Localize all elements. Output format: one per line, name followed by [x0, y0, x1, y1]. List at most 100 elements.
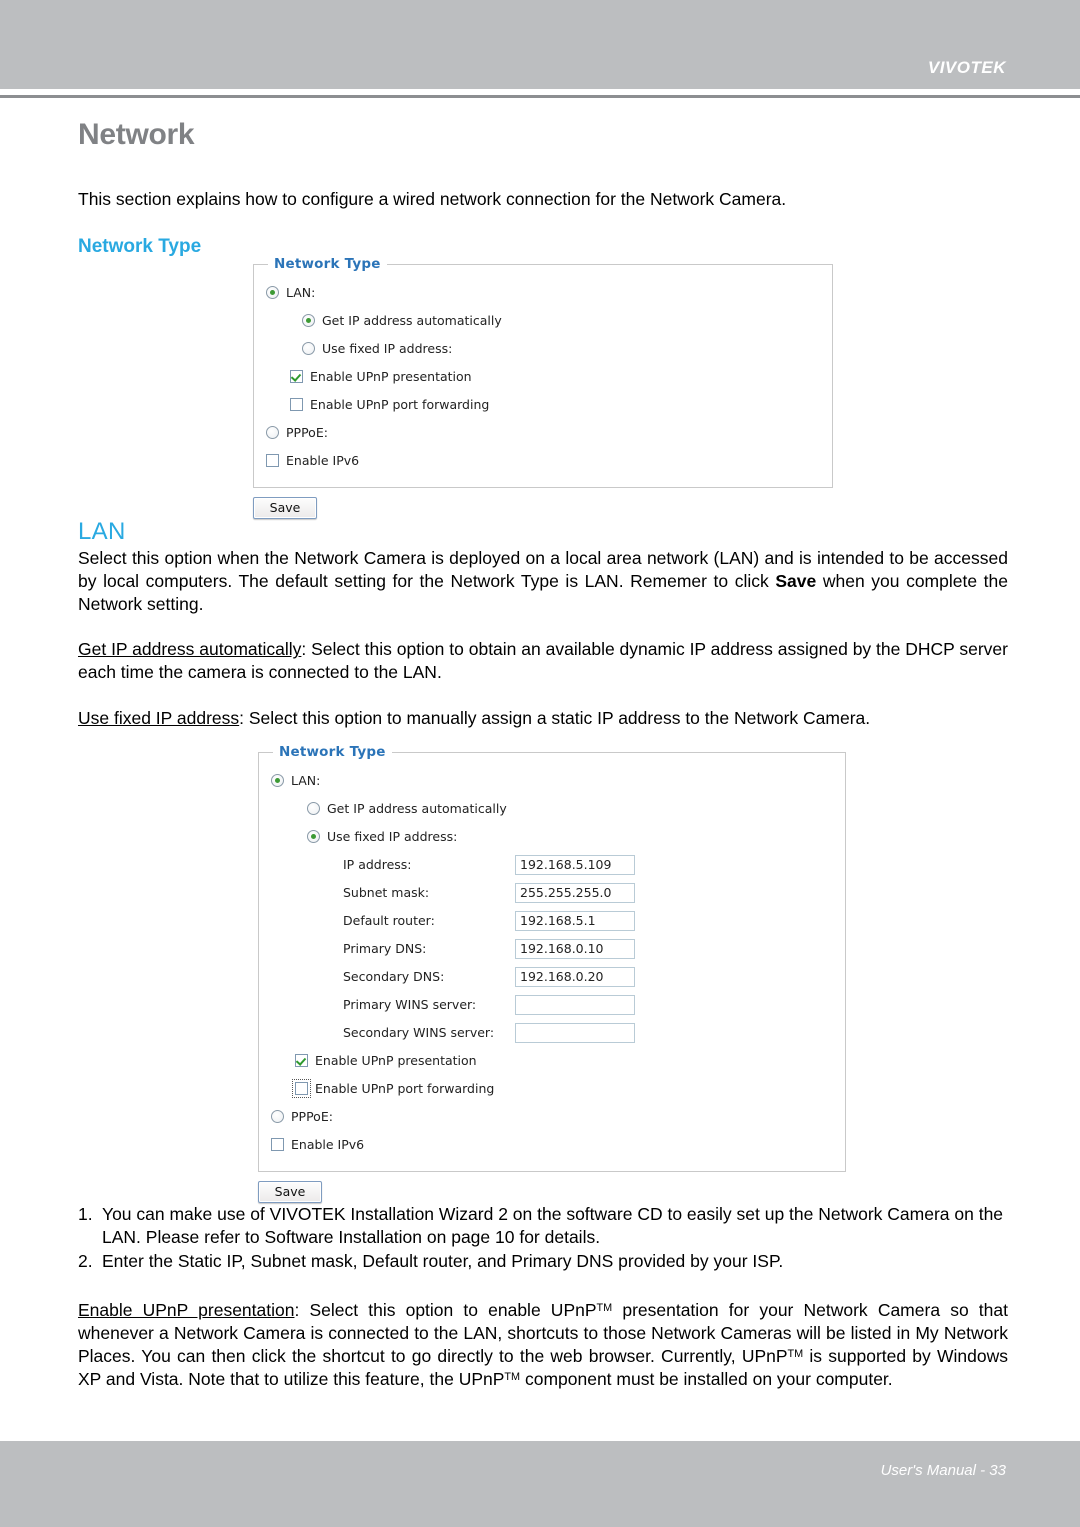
- panel-2-legend: Network Type: [273, 743, 392, 760]
- note-item-2: 2. Enter the Static IP, Subnet mask, Defa…: [78, 1250, 1008, 1273]
- network-type-panel-2: Network Type LAN: Get IP address automat…: [258, 743, 846, 1172]
- trademark-superscript-2: TM: [787, 1347, 804, 1360]
- field-row-secondary-dns: Secondary DNS:: [343, 963, 833, 991]
- radio-row-pppoe-1[interactable]: PPPoE:: [266, 419, 820, 447]
- radio-pppoe-label: PPPoE:: [286, 425, 328, 441]
- save-button-1[interactable]: Save: [253, 496, 317, 519]
- desc-use-fixed-ip: : Select this option to manually assign …: [239, 707, 871, 728]
- note-2-number: 2.: [78, 1250, 93, 1271]
- upnp-text-part-4: component must be installed on your comp…: [520, 1369, 893, 1390]
- field-row-primary-wins-server: Primary WINS server:: [343, 991, 833, 1019]
- input-primary-wins-server[interactable]: [515, 994, 635, 1015]
- brand-logo-vivotek: VIVOTEK: [927, 58, 1006, 77]
- radio-pppoe-label: PPPoE:: [291, 1109, 333, 1125]
- fieldset-legend-dash: [254, 263, 264, 265]
- network-type-panel-1: Network Type LAN: Get IP address automat…: [253, 255, 833, 488]
- radio-lan-label: LAN:: [291, 773, 321, 789]
- field-row-secondary-wins-server: Secondary WINS server:: [343, 1019, 833, 1047]
- radio-lan-label: LAN:: [286, 285, 316, 301]
- paragraph-lan-description: Select this option when the Network Came…: [78, 547, 1008, 616]
- checkbox-upnp-presentation-icon[interactable]: [290, 370, 303, 384]
- header-divider-rule: [0, 95, 1080, 98]
- input-secondary-dns[interactable]: [515, 966, 635, 987]
- radio-lan-icon[interactable]: [271, 774, 284, 788]
- checkbox-ipv6-icon[interactable]: [266, 454, 279, 468]
- checkbox-upnp-presentation-icon[interactable]: [295, 1054, 308, 1068]
- footer-page-label: User's Manual - 33: [880, 1462, 1006, 1479]
- radio-row-lan-1[interactable]: LAN:: [266, 279, 820, 307]
- label-primary-wins-server: Primary WINS server:: [343, 997, 477, 1013]
- page-title: Network: [78, 118, 195, 151]
- checkbox-row-upnp-presentation-1[interactable]: Enable UPnP presentation: [290, 363, 820, 391]
- term-enable-upnp-presentation: Enable UPnP presentation: [78, 1299, 295, 1320]
- checkbox-upnp-port-forwarding-icon[interactable]: [295, 1082, 308, 1096]
- input-subnet-mask[interactable]: [515, 882, 635, 903]
- paragraph-get-ip-automatically: Get IP address automatically: Select thi…: [78, 638, 1008, 684]
- paragraph-enable-upnp-presentation: Enable UPnP presentation: Select this op…: [78, 1299, 1008, 1391]
- checkbox-ipv6-icon[interactable]: [271, 1138, 284, 1152]
- screenshot-network-type-dhcp: Network Type LAN: Get IP address automat…: [253, 255, 833, 519]
- note-2-text: Enter the Static IP, Subnet mask, Defaul…: [102, 1250, 784, 1271]
- note-1-text: You can make use of VIVOTEK Installation…: [102, 1203, 1004, 1247]
- field-row-default-router: Default router:: [343, 907, 833, 935]
- radio-row-get-ip-1[interactable]: Get IP address automatically: [302, 307, 820, 335]
- fieldset-legend-dash: [259, 751, 269, 753]
- intro-paragraph: This section explains how to configure a…: [78, 189, 787, 209]
- radio-get-ip-label: Get IP address automatically: [327, 801, 507, 817]
- radio-fixed-ip-icon[interactable]: [307, 830, 320, 844]
- checkbox-row-ipv6-2[interactable]: Enable IPv6: [271, 1131, 833, 1159]
- radio-row-lan-2[interactable]: LAN:: [271, 767, 833, 795]
- focus-outline: [292, 1079, 311, 1099]
- numbered-notes-list: 1. You can make use of VIVOTEK Installati…: [78, 1203, 1008, 1273]
- radio-fixed-ip-label: Use fixed IP address:: [322, 341, 453, 357]
- input-secondary-wins-server[interactable]: [515, 1022, 635, 1043]
- screenshot-network-type-fixed-ip: Network Type LAN: Get IP address automat…: [258, 743, 846, 1203]
- checkbox-row-upnp-port-forwarding-2[interactable]: Enable UPnP port forwarding: [292, 1075, 833, 1103]
- field-row-ip-address: IP address:: [343, 851, 833, 879]
- radio-get-ip-icon[interactable]: [302, 314, 315, 328]
- radio-lan-icon[interactable]: [266, 286, 279, 300]
- trademark-superscript-3: TM: [504, 1370, 521, 1383]
- checkbox-upnp-port-forwarding-label: Enable UPnP port forwarding: [310, 397, 490, 413]
- lan-text-bold-save: Save: [775, 571, 817, 592]
- checkbox-upnp-port-forwarding-icon[interactable]: [290, 398, 303, 412]
- page-header-band: VIVOTEK: [0, 0, 1080, 89]
- checkbox-ipv6-label: Enable IPv6: [291, 1137, 365, 1153]
- note-item-1: 1. You can make use of VIVOTEK Installati…: [78, 1203, 1008, 1249]
- checkbox-upnp-port-forwarding-label: Enable UPnP port forwarding: [315, 1081, 495, 1097]
- radio-get-ip-label: Get IP address automatically: [322, 313, 502, 329]
- term-use-fixed-ip: Use fixed IP address: [78, 707, 240, 728]
- checkbox-ipv6-label: Enable IPv6: [286, 453, 360, 469]
- trademark-superscript-1: TM: [596, 1301, 613, 1314]
- radio-fixed-ip-icon[interactable]: [302, 342, 315, 356]
- radio-pppoe-icon[interactable]: [266, 426, 279, 440]
- field-row-primary-dns: Primary DNS:: [343, 935, 833, 963]
- save-button-2[interactable]: Save: [258, 1180, 322, 1203]
- radio-row-fixed-ip-1[interactable]: Use fixed IP address:: [302, 335, 820, 363]
- checkbox-upnp-presentation-label: Enable UPnP presentation: [310, 369, 472, 385]
- page-footer-band: User's Manual - 33: [0, 1441, 1080, 1527]
- input-default-router[interactable]: [515, 910, 635, 931]
- radio-row-get-ip-2[interactable]: Get IP address automatically: [307, 795, 833, 823]
- label-secondary-dns: Secondary DNS:: [343, 969, 445, 985]
- radio-get-ip-icon[interactable]: [307, 802, 320, 816]
- upnp-text-part-1: : Select this option to enable UPnP: [294, 1299, 597, 1320]
- radio-pppoe-icon[interactable]: [271, 1110, 284, 1124]
- input-ip-address[interactable]: [515, 854, 635, 875]
- note-1-number: 1.: [78, 1203, 93, 1224]
- term-get-ip-automatically: Get IP address automatically: [78, 639, 302, 660]
- label-ip-address: IP address:: [343, 857, 412, 873]
- input-primary-dns[interactable]: [515, 938, 635, 959]
- radio-row-pppoe-2[interactable]: PPPoE:: [271, 1103, 833, 1131]
- checkbox-row-upnp-port-forwarding-1[interactable]: Enable UPnP port forwarding: [290, 391, 820, 419]
- page-content: Network This section explains how to con…: [78, 120, 1008, 1391]
- panel-1-legend: Network Type: [268, 255, 387, 272]
- checkbox-row-ipv6-1[interactable]: Enable IPv6: [266, 447, 820, 475]
- checkbox-row-upnp-presentation-2[interactable]: Enable UPnP presentation: [295, 1047, 833, 1075]
- field-row-subnet-mask: Subnet mask:: [343, 879, 833, 907]
- radio-fixed-ip-label: Use fixed IP address:: [327, 829, 458, 845]
- radio-row-fixed-ip-2[interactable]: Use fixed IP address:: [307, 823, 833, 851]
- label-default-router: Default router:: [343, 913, 435, 929]
- section-heading-network-type: Network Type: [78, 235, 202, 257]
- label-subnet-mask: Subnet mask:: [343, 885, 430, 901]
